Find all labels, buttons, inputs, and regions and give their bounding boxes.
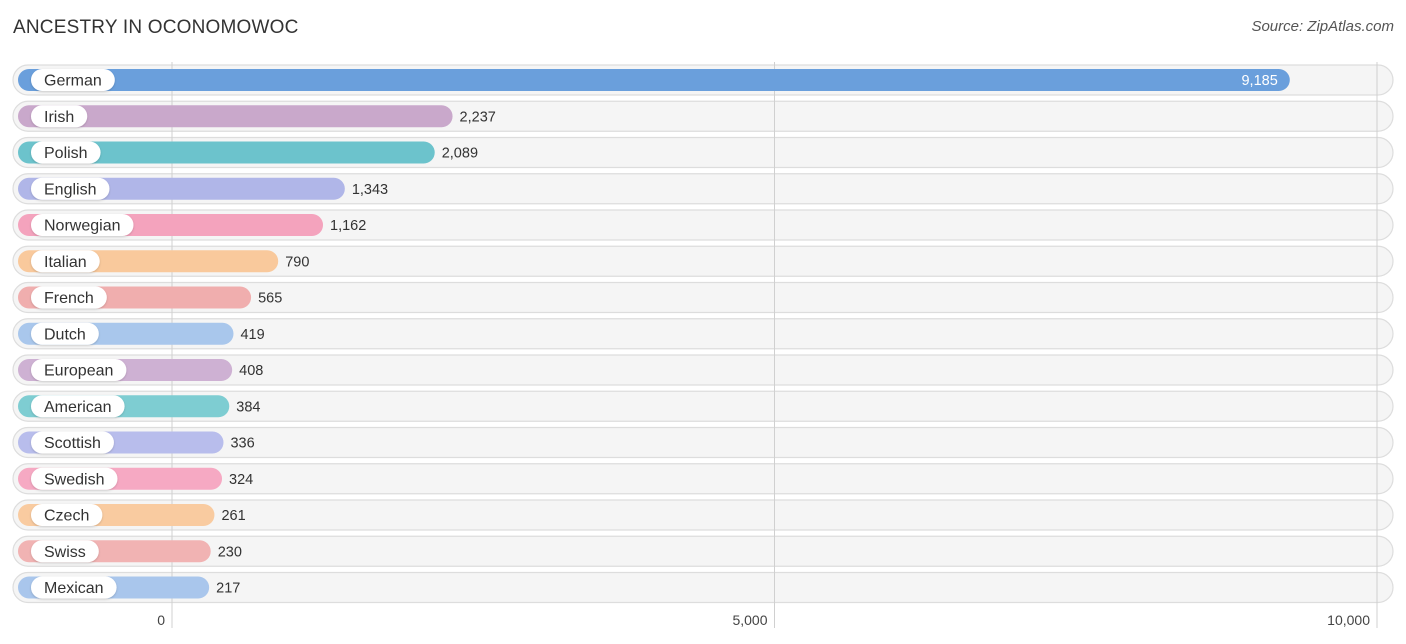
category-label: American: [44, 399, 112, 416]
x-tick-label: 10,000: [1327, 612, 1370, 628]
bar-group: Irish 2,237: [18, 105, 496, 128]
bar-group: Polish 2,089: [18, 141, 478, 164]
bar-group: German 9,185: [18, 69, 1290, 91]
category-label: German: [44, 73, 102, 90]
value-label: 324: [229, 472, 253, 488]
value-label: 1,162: [330, 218, 366, 234]
category-label: Swedish: [44, 471, 104, 488]
bar-group: English 1,343: [18, 177, 388, 200]
bar: [18, 69, 1290, 91]
category-label: Scottish: [44, 435, 101, 452]
value-label: 408: [239, 363, 263, 379]
bar-group: Dutch 419: [18, 322, 265, 345]
bar-track: [12, 499, 1394, 531]
category-label: Irish: [44, 109, 74, 126]
category-label: European: [44, 363, 113, 380]
value-label: 419: [240, 327, 264, 343]
value-label: 790: [285, 254, 309, 270]
value-label: 2,237: [460, 109, 496, 125]
value-label: 230: [218, 544, 242, 560]
bar-group: European 408: [18, 359, 263, 381]
value-label: 384: [236, 399, 260, 415]
x-tick-label: 0: [157, 612, 165, 628]
category-label: Czech: [44, 508, 89, 525]
x-tick-label: 5,000: [732, 612, 767, 628]
bar-group: Scottish 336: [18, 431, 255, 454]
category-label: Italian: [44, 254, 87, 271]
category-label: French: [44, 290, 94, 307]
value-label: 565: [258, 291, 282, 307]
category-label: Swiss: [44, 544, 86, 561]
value-label: 336: [230, 436, 254, 452]
value-label: 9,185: [1241, 73, 1277, 89]
category-label: Norwegian: [44, 218, 120, 235]
bar-group: French 565: [18, 286, 282, 309]
value-label: 1,343: [352, 182, 388, 198]
bar-group: American 384: [18, 395, 260, 418]
category-label: Dutch: [44, 326, 86, 343]
category-label: Polish: [44, 145, 88, 162]
bar-chart: German 9,185 Irish 2,237 Polish 2,089 English 1…: [12, 62, 1394, 628]
category-label: Mexican: [44, 580, 104, 597]
bar-group: Norwegian 1,162: [18, 214, 366, 236]
value-label: 217: [216, 581, 240, 597]
bar-group: Italian 790: [18, 250, 309, 273]
bar-group: Swedish 324: [18, 467, 253, 490]
value-label: 261: [221, 508, 245, 524]
value-label: 2,089: [442, 146, 478, 162]
category-label: English: [44, 181, 96, 198]
